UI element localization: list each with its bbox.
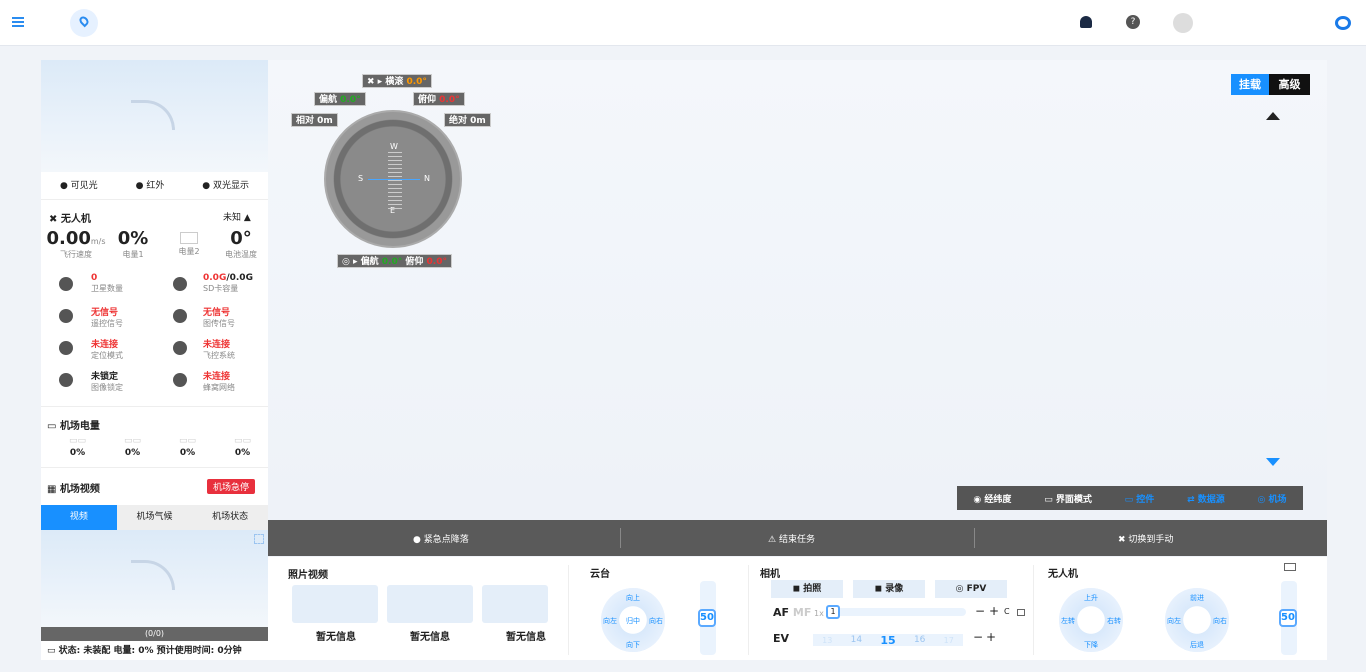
battery-icon bbox=[180, 232, 198, 244]
zoom-slider[interactable] bbox=[828, 608, 966, 616]
tab-advanced[interactable]: 高级 bbox=[1269, 74, 1310, 95]
no-signal-icon bbox=[131, 560, 175, 590]
zoom-value: 1 bbox=[826, 605, 840, 619]
gimbal-pad[interactable]: 向上 向左 归中 向右 向下 bbox=[601, 588, 665, 652]
keyboard-icon[interactable] bbox=[1284, 563, 1296, 571]
ev-label: EV bbox=[773, 632, 790, 645]
controls-button[interactable]: ▭ 控件 bbox=[1125, 492, 1155, 505]
latlng-button[interactable]: ◉ 经纬度 bbox=[973, 492, 1011, 505]
map-toolbar: ◉ 经纬度 ▭ 界面模式 ▭ 控件 ⇄ 数据源 ◎ 机场 bbox=[957, 486, 1303, 510]
photo-thumb[interactable] bbox=[482, 585, 548, 623]
pitch-tag: 俯仰 0.0° bbox=[413, 92, 465, 106]
gimbal-title: 云台 bbox=[590, 569, 610, 580]
left-panel: ● 可见光 ● 红外 ● 双光显示 ✖ 无人机 未知 ▲ 0.00m/s 飞行速度… bbox=[41, 60, 268, 660]
help-icon[interactable]: ? bbox=[1126, 15, 1140, 29]
drone-speed-value: 50 bbox=[1279, 609, 1297, 627]
camera-title: 相机 bbox=[760, 569, 780, 580]
menu-icon[interactable] bbox=[12, 17, 24, 27]
emergency-land-button[interactable]: ● 紧急点降落 bbox=[413, 532, 469, 545]
mode-infrared[interactable]: ● 红外 bbox=[136, 178, 165, 196]
mf-toggle[interactable]: MF bbox=[793, 606, 811, 619]
end-mission-button[interactable]: ⚠ 结束任务 bbox=[768, 532, 815, 545]
control-bar: ● 紧急点降落 ⚠ 结束任务 ✖ 切换到手动 bbox=[268, 520, 1327, 556]
arrow-down-icon[interactable] bbox=[1266, 458, 1280, 466]
dock-video-preview bbox=[41, 530, 268, 627]
dock-video-title: ▦ 机场视频 bbox=[47, 484, 100, 495]
switch-manual-button[interactable]: ✖ 切换到手动 bbox=[1118, 532, 1173, 545]
emergency-stop-button[interactable]: 机场急停 bbox=[207, 479, 256, 494]
drone-status: 未知 ▲ bbox=[223, 213, 251, 223]
fullscreen-icon[interactable] bbox=[254, 534, 264, 544]
no-signal-icon bbox=[131, 100, 175, 130]
drone-control-title: 无人机 bbox=[1048, 569, 1078, 580]
frame-icon[interactable] bbox=[1017, 609, 1025, 616]
mode-dual[interactable]: ● 双光显示 bbox=[202, 178, 249, 196]
bell-icon[interactable]: ▲ bbox=[244, 213, 251, 223]
ui-mode-button[interactable]: ▭ 界面模式 bbox=[1044, 492, 1092, 505]
bottom-panel: 照片视频 暂无信息 暂无信息 暂无信息 云台 向上 向左 归中 向右 向下 50… bbox=[268, 557, 1327, 660]
tab-climate[interactable]: 机场气候 bbox=[117, 505, 193, 530]
compass: W S N E bbox=[324, 110, 462, 248]
af-toggle[interactable]: AF bbox=[773, 606, 789, 619]
brand-logo bbox=[1335, 16, 1351, 30]
relative-alt-tag: 相对 0m bbox=[291, 113, 338, 127]
yaw-tag: 偏航 0.0° bbox=[314, 92, 366, 106]
dock-power-title: ▭ 机场电量 bbox=[47, 421, 100, 432]
location-icon[interactable] bbox=[70, 9, 98, 37]
zoom-minus-button[interactable]: − bbox=[975, 604, 985, 618]
photo-thumb[interactable] bbox=[387, 585, 473, 623]
ev-minus-button[interactable]: − bbox=[973, 630, 983, 644]
tab-payload[interactable]: 挂载 bbox=[1231, 74, 1269, 95]
ev-plus-button[interactable]: + bbox=[986, 630, 996, 644]
c-mode-button[interactable]: C bbox=[1004, 607, 1010, 616]
tab-video[interactable]: 视频 bbox=[41, 505, 117, 530]
gimbal-speed-value: 50 bbox=[698, 609, 716, 627]
absolute-alt-tag: 绝对 0m bbox=[444, 113, 491, 127]
status-grid: 0 卫星数量 0.0G/0.0G SD卡容量 无信号 遥控信号 无信号 图传信号 未连接… bbox=[55, 273, 265, 401]
arrow-up-icon[interactable] bbox=[1266, 112, 1280, 120]
tab-dock-status[interactable]: 机场状态 bbox=[192, 505, 268, 530]
avatar-icon[interactable] bbox=[1173, 13, 1193, 33]
video-counter: (0/0) bbox=[41, 627, 268, 641]
dock-button[interactable]: ◎ 机场 bbox=[1258, 492, 1287, 505]
altitude-yaw-pad[interactable]: 上升 左转 右转 下降 bbox=[1059, 588, 1123, 652]
top-bar: ? bbox=[0, 0, 1366, 46]
movement-pad[interactable]: 前进 向左 向右 后退 bbox=[1165, 588, 1229, 652]
capture-button[interactable]: ◼ 拍照 bbox=[771, 580, 843, 598]
gimbal-tag: ◎ ▸ 偏航 0.0° 俯仰 0.0° bbox=[337, 254, 452, 268]
camera-preview bbox=[41, 60, 268, 172]
record-button[interactable]: ◼ 录像 bbox=[853, 580, 925, 598]
dock-status-line: ▭ 状态: 未装配 电量: 0% 预计使用时间: 0分钟 bbox=[47, 646, 242, 656]
zoom-label: 1x bbox=[814, 609, 824, 618]
mode-visible[interactable]: ● 可见光 bbox=[60, 178, 98, 196]
zoom-plus-button[interactable]: + bbox=[989, 604, 999, 618]
drone-title: ✖ 无人机 bbox=[49, 214, 91, 225]
bell-icon[interactable] bbox=[1080, 16, 1092, 28]
photo-title: 照片视频 bbox=[288, 570, 328, 581]
ev-scale[interactable]: 13 14 15 16 17 bbox=[813, 634, 963, 647]
photo-thumb[interactable] bbox=[292, 585, 378, 623]
roll-tag: ✖ ▸ 横滚 0.0° bbox=[362, 74, 432, 88]
datasource-button[interactable]: ⇄ 数据源 bbox=[1187, 492, 1225, 505]
fpv-button[interactable]: ◎ FPV bbox=[935, 580, 1007, 598]
